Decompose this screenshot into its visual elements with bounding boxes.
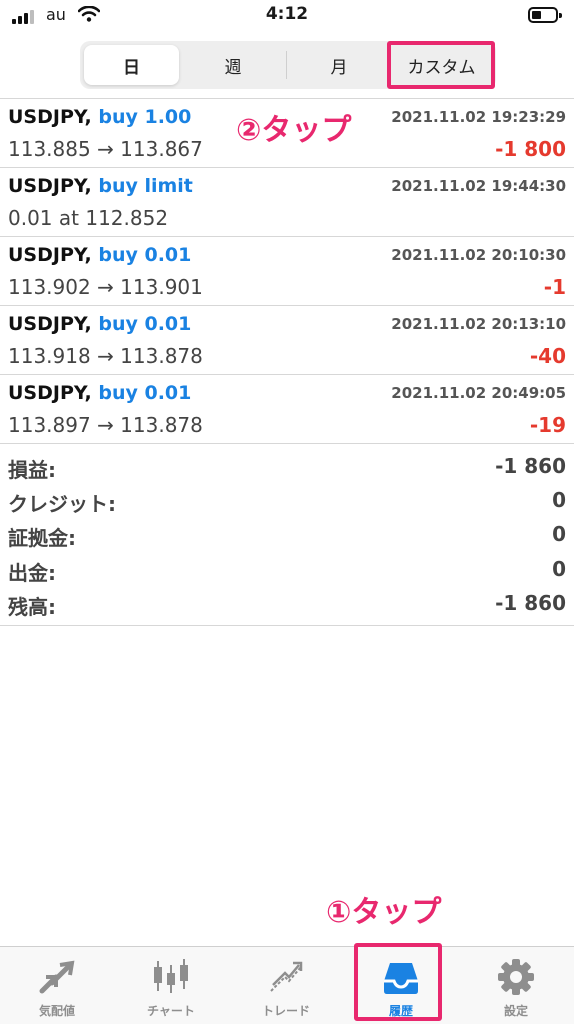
trade-row[interactable]: USDJPY, buy 0.01 113.902 → 113.901 2021.…: [0, 237, 574, 306]
tab-chart[interactable]: チャート: [114, 947, 228, 1024]
tab-label: 設定: [503, 1004, 528, 1018]
trade-time: 2021.11.02 20:10:30: [391, 246, 566, 264]
trade-side: buy 0.01: [98, 313, 192, 335]
trade-symbol: USDJPY,: [8, 244, 92, 266]
trade-profit: -1 800: [495, 137, 566, 161]
trade-time: 2021.11.02 20:49:05: [391, 384, 566, 402]
trade-trend-icon: [229, 957, 343, 997]
summary-value: 0: [552, 557, 566, 581]
tab-quotes[interactable]: 気配値: [0, 947, 114, 1024]
trade-symbol: USDJPY,: [8, 175, 92, 197]
trade-symbol: USDJPY,: [8, 106, 92, 128]
trade-side: buy 1.00: [98, 106, 192, 128]
summary-label: 出金:: [8, 561, 56, 585]
trade-time: 2021.11.02 19:44:30: [391, 177, 566, 195]
trade-profit: -19: [529, 413, 566, 437]
annotation-tap-custom: ②タップ: [236, 113, 352, 148]
summary-value: -1 860: [495, 591, 566, 615]
history-highlight-box: [354, 943, 442, 1021]
trade-prices: 113.897 → 113.878: [8, 413, 203, 437]
tab-label: 気配値: [38, 1004, 75, 1018]
trade-side: buy 0.01: [98, 382, 192, 404]
quotes-arrows-icon: [0, 957, 114, 997]
segment-divider: [286, 51, 287, 79]
custom-highlight-box: [387, 41, 495, 89]
battery-icon: [528, 7, 562, 23]
annotation-tap-history: ①タップ: [326, 895, 442, 930]
candlestick-chart-icon: [114, 957, 228, 997]
trade-title: USDJPY, buy 0.01: [8, 313, 191, 335]
trade-profit: -40: [529, 344, 566, 368]
trade-time: 2021.11.02 19:23:29: [391, 108, 566, 126]
trade-prices: 0.01 at 112.852: [8, 206, 169, 230]
summary-value: -1 860: [495, 454, 566, 478]
tab-settings[interactable]: 設定: [459, 947, 573, 1024]
tab-label: トレード: [261, 1004, 310, 1018]
segment-day[interactable]: 日: [84, 45, 179, 85]
trade-time: 2021.11.02 20:13:10: [391, 315, 566, 333]
summary-label: 残高:: [8, 595, 56, 619]
summary-profit-row: 損益: -1 860: [0, 452, 574, 486]
trade-row[interactable]: USDJPY, buy 0.01 113.918 → 113.878 2021.…: [0, 306, 574, 375]
summary-value: 0: [552, 488, 566, 512]
trade-prices: 113.885 → 113.867: [8, 137, 203, 161]
trade-title: USDJPY, buy 0.01: [8, 244, 191, 266]
trade-symbol: USDJPY,: [8, 382, 92, 404]
summary-value: 0: [552, 522, 566, 546]
tab-label: チャート: [147, 1004, 195, 1018]
trade-prices: 113.902 → 113.901: [8, 275, 203, 299]
status-clock: 4:12: [265, 4, 309, 24]
summary-margin-row: 証拠金: 0: [0, 520, 574, 554]
trade-title: USDJPY, buy 1.00: [8, 106, 191, 128]
summary-label: 損益:: [8, 458, 56, 482]
summary-label: クレジット:: [8, 492, 116, 516]
settings-gear-icon: [459, 957, 573, 997]
summary-credit-row: クレジット: 0: [0, 486, 574, 520]
segment-month[interactable]: 月: [289, 45, 389, 85]
summary-label: 証拠金:: [8, 526, 76, 550]
bottom-tab-bar: 気配値 チャート トレード 履歴 設定: [0, 946, 574, 1024]
trade-title: USDJPY, buy 0.01: [8, 382, 191, 404]
trade-title: USDJPY, buy limit: [8, 175, 193, 197]
trade-row[interactable]: USDJPY, buy limit 0.01 at 112.852 2021.1…: [0, 168, 574, 237]
summary-withdrawal-row: 出金: 0: [0, 555, 574, 589]
tab-trade[interactable]: トレード: [229, 947, 343, 1024]
trade-symbol: USDJPY,: [8, 313, 92, 335]
segment-week[interactable]: 週: [183, 45, 283, 85]
trade-profit: -1: [543, 275, 566, 299]
summary-balance-row: 残高: -1 860: [0, 589, 574, 623]
trade-prices: 113.918 → 113.878: [8, 344, 203, 368]
trade-row[interactable]: USDJPY, buy 0.01 113.897 → 113.878 2021.…: [0, 375, 574, 444]
status-bar: au 4:12: [0, 0, 574, 30]
trade-side: buy 0.01: [98, 244, 192, 266]
trade-side: buy limit: [98, 175, 193, 197]
summary-divider: [0, 625, 574, 626]
